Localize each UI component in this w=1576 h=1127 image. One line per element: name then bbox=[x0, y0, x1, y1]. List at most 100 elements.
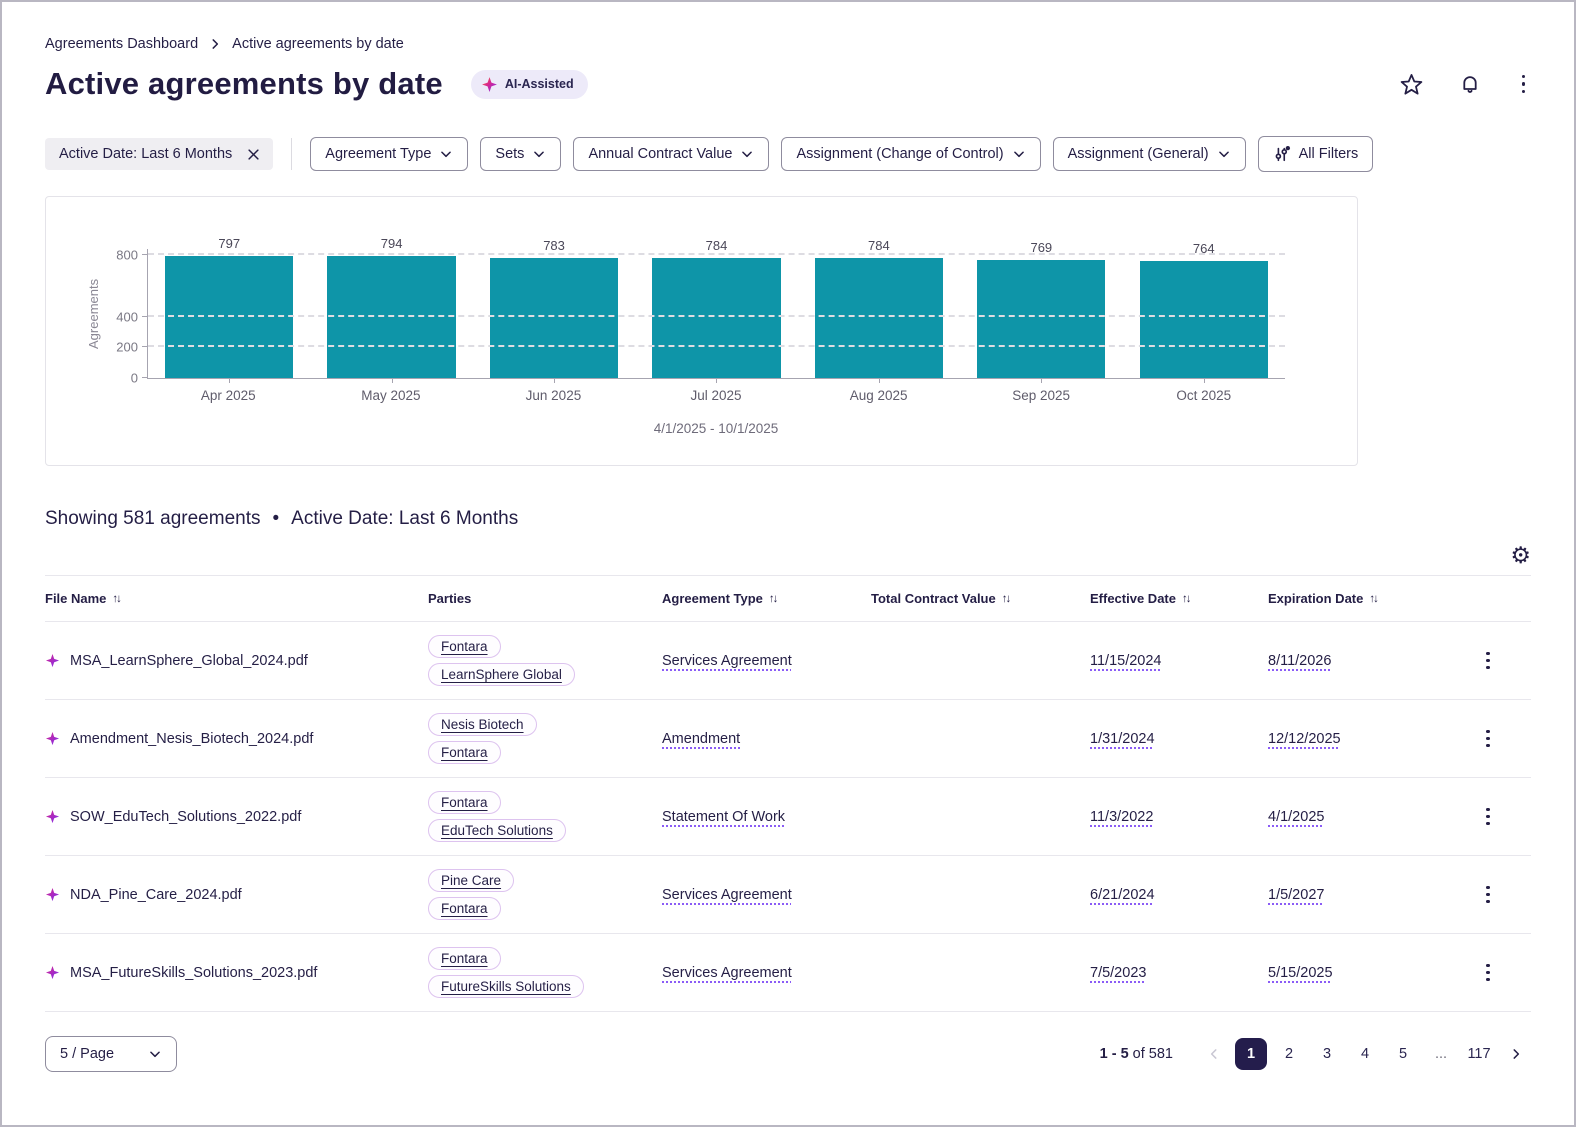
chart-bar[interactable] bbox=[652, 257, 781, 378]
next-page-chevron-icon[interactable] bbox=[1501, 1043, 1531, 1065]
notifications-bell-icon[interactable] bbox=[1458, 72, 1482, 96]
page-button-2[interactable]: 2 bbox=[1273, 1038, 1305, 1070]
chart-bar[interactable] bbox=[1139, 260, 1268, 378]
page-button-5[interactable]: 5 bbox=[1387, 1038, 1419, 1070]
y-tick-label: 800 bbox=[116, 247, 138, 263]
column-label: Parties bbox=[428, 591, 472, 606]
filter-assignment-general[interactable]: Assignment (General) bbox=[1052, 137, 1246, 171]
column-header-agreement-type[interactable]: Agreement Type ↑↓ bbox=[662, 591, 871, 606]
party-pill[interactable]: Fontara bbox=[428, 947, 501, 970]
column-label: Expiration Date bbox=[1268, 591, 1364, 606]
row-actions-kebab-icon[interactable] bbox=[1480, 958, 1496, 988]
previous-page-chevron-icon[interactable] bbox=[1199, 1043, 1229, 1065]
expiration-date-link[interactable]: 12/12/2025 bbox=[1268, 731, 1341, 747]
y-tick-label: 400 bbox=[116, 309, 138, 325]
chevron-down-icon bbox=[1218, 151, 1229, 158]
effective-date-link[interactable]: 7/5/2023 bbox=[1090, 965, 1146, 981]
page-button-117[interactable]: 117 bbox=[1463, 1038, 1495, 1070]
column-label: Total Contract Value bbox=[871, 591, 996, 606]
bar-value-label: 784 bbox=[868, 237, 890, 253]
breadcrumb-parent-link[interactable]: Agreements Dashboard bbox=[45, 36, 198, 52]
file-name[interactable]: MSA_LearnSphere_Global_2024.pdf bbox=[70, 653, 308, 669]
agreement-type-link[interactable]: Services Agreement bbox=[662, 887, 792, 903]
y-axis-title: Agreements bbox=[86, 278, 101, 350]
party-pill[interactable]: FutureSkills Solutions bbox=[428, 975, 584, 998]
party-pill[interactable]: Fontara bbox=[428, 741, 501, 764]
column-label: File Name bbox=[45, 591, 107, 606]
filter-sets[interactable]: Sets bbox=[480, 137, 562, 171]
party-pill[interactable]: Fontara bbox=[428, 635, 501, 658]
page-button-3[interactable]: 3 bbox=[1311, 1038, 1343, 1070]
party-pill[interactable]: Pine Care bbox=[428, 869, 515, 892]
party-pill[interactable]: EduTech Solutions bbox=[428, 819, 566, 842]
chart-bar[interactable] bbox=[489, 257, 619, 378]
page-ellipsis: ... bbox=[1434, 1046, 1448, 1062]
table-settings-gear-icon[interactable]: ⚙ bbox=[1510, 544, 1531, 567]
y-tick-mark bbox=[142, 315, 148, 317]
filter-annual-contract-value[interactable]: Annual Contract Value bbox=[573, 137, 770, 171]
effective-date-link[interactable]: 11/3/2022 bbox=[1090, 809, 1153, 825]
active-date-filter-chip[interactable]: Active Date: Last 6 Months bbox=[45, 138, 274, 170]
chart-bar[interactable] bbox=[814, 257, 944, 378]
agreements-bar-chart-card: Agreements 797 794 783 784 784 769 764 0… bbox=[45, 196, 1358, 466]
row-actions-kebab-icon[interactable] bbox=[1480, 880, 1496, 910]
ai-file-sparkle-icon bbox=[45, 653, 60, 668]
row-actions-kebab-icon[interactable] bbox=[1480, 802, 1496, 832]
agreement-type-link[interactable]: Statement Of Work bbox=[662, 809, 785, 825]
column-label: Agreement Type bbox=[662, 591, 763, 606]
file-name[interactable]: MSA_FutureSkills_Solutions_2023.pdf bbox=[70, 965, 317, 981]
x-tick-label: Sep 2025 bbox=[1012, 388, 1071, 403]
remove-filter-close-icon[interactable] bbox=[246, 147, 261, 162]
gridline bbox=[148, 345, 1285, 348]
party-pill[interactable]: Fontara bbox=[428, 791, 501, 814]
expiration-date-link[interactable]: 4/1/2025 bbox=[1268, 809, 1324, 825]
agreement-type-link[interactable]: Amendment bbox=[662, 731, 740, 747]
file-name[interactable]: Amendment_Nesis_Biotech_2024.pdf bbox=[70, 731, 313, 747]
favorite-star-icon[interactable] bbox=[1399, 72, 1424, 97]
expiration-date-link[interactable]: 5/15/2025 bbox=[1268, 965, 1333, 981]
effective-date-link[interactable]: 1/31/2024 bbox=[1090, 731, 1155, 747]
header-actions bbox=[1399, 69, 1532, 100]
page-size-select[interactable]: 5 / Page bbox=[45, 1036, 178, 1072]
page-button-4[interactable]: 4 bbox=[1349, 1038, 1381, 1070]
results-count: Showing 581 agreements bbox=[45, 508, 261, 529]
row-actions-kebab-icon[interactable] bbox=[1480, 724, 1496, 754]
party-pill[interactable]: Nesis Biotech bbox=[428, 713, 537, 736]
expiration-date-link[interactable]: 8/11/2026 bbox=[1268, 653, 1331, 669]
page-size-value: 5 / Page bbox=[60, 1046, 115, 1062]
table-row: MSA_FutureSkills_Solutions_2023.pdf Font… bbox=[45, 934, 1531, 1012]
chart-bar[interactable] bbox=[977, 259, 1106, 378]
results-range: 1 - 5 of 581 bbox=[1099, 1046, 1173, 1062]
chart-bar[interactable] bbox=[327, 256, 456, 378]
bar-group: 769 bbox=[960, 240, 1122, 383]
table-header-row: File Name ↑↓ Parties Agreement Type ↑↓ Tot… bbox=[45, 575, 1531, 622]
effective-date-link[interactable]: 11/15/2024 bbox=[1090, 653, 1162, 669]
column-header-total-contract-value[interactable]: Total Contract Value ↑↓ bbox=[871, 591, 1090, 606]
effective-date-link[interactable]: 6/21/2024 bbox=[1090, 887, 1155, 903]
column-header-expiration-date[interactable]: Expiration Date ↑↓ bbox=[1268, 591, 1445, 606]
summary-dot: • bbox=[272, 508, 280, 529]
party-pill[interactable]: Fontara bbox=[428, 897, 501, 920]
table-row: MSA_LearnSphere_Global_2024.pdf Fontara … bbox=[45, 622, 1531, 700]
column-header-file-name[interactable]: File Name ↑↓ bbox=[45, 591, 428, 606]
y-tick-mark bbox=[142, 377, 148, 378]
page-button-1[interactable]: 1 bbox=[1235, 1038, 1267, 1070]
party-pill[interactable]: LearnSphere Global bbox=[428, 663, 575, 686]
chart-bar[interactable] bbox=[165, 255, 294, 378]
file-name[interactable]: SOW_EduTech_Solutions_2022.pdf bbox=[70, 809, 301, 825]
row-actions-kebab-icon[interactable] bbox=[1480, 646, 1496, 676]
expiration-date-link[interactable]: 1/5/2027 bbox=[1268, 887, 1324, 903]
filter-label: Assignment (Change of Control) bbox=[796, 146, 1004, 162]
table-row: Amendment_Nesis_Biotech_2024.pdf Nesis B… bbox=[45, 700, 1531, 778]
file-name[interactable]: NDA_Pine_Care_2024.pdf bbox=[70, 887, 242, 903]
bar-group: 784 bbox=[798, 238, 960, 383]
x-tick-label: May 2025 bbox=[361, 388, 421, 403]
all-filters-button[interactable]: All Filters bbox=[1257, 136, 1374, 172]
filter-agreement-type[interactable]: Agreement Type bbox=[310, 137, 469, 171]
filter-assignment-change-of-control[interactable]: Assignment (Change of Control) bbox=[781, 137, 1041, 171]
column-header-effective-date[interactable]: Effective Date ↑↓ bbox=[1090, 591, 1268, 606]
agreement-type-link[interactable]: Services Agreement bbox=[662, 965, 792, 981]
bar-group: 784 bbox=[635, 238, 797, 383]
header-more-kebab-icon[interactable] bbox=[1516, 69, 1532, 100]
agreement-type-link[interactable]: Services Agreement bbox=[662, 653, 792, 669]
